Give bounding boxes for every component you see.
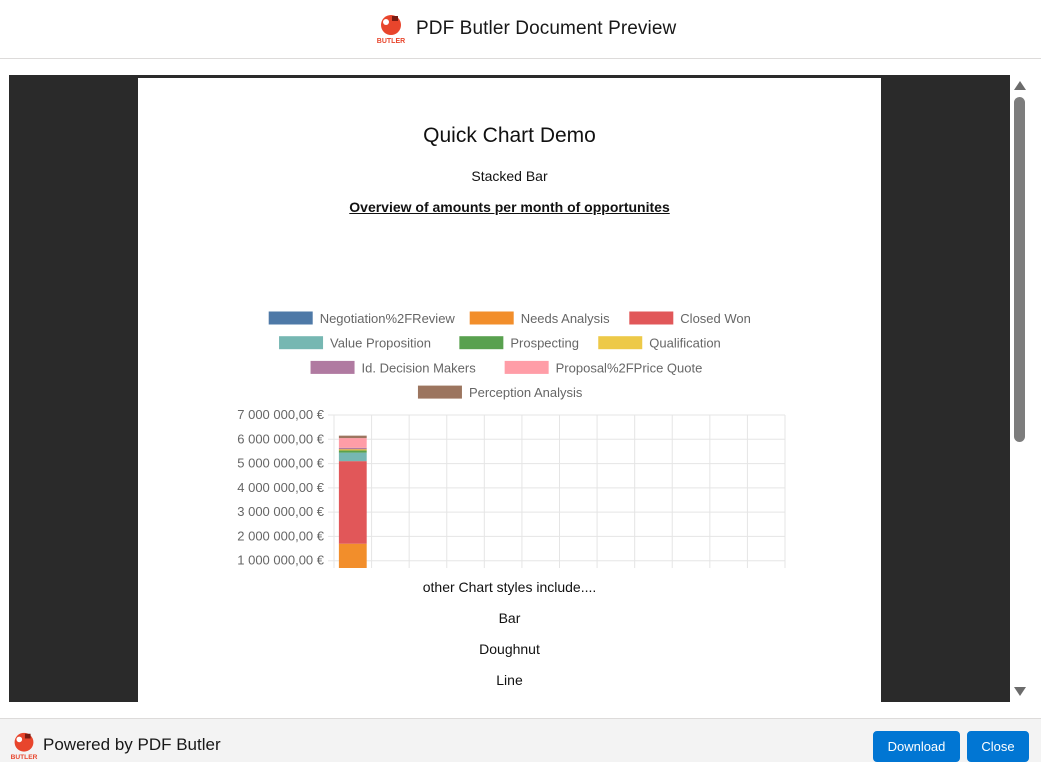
scroll-down-icon[interactable] xyxy=(1014,687,1026,696)
pdf-page: Quick Chart Demo Stacked Bar Overview of… xyxy=(138,78,881,702)
stacked-bar-chart: Negotiation%2FReview Needs Analysis Closed… xyxy=(237,311,786,568)
bar-segment-6-1 xyxy=(338,447,367,450)
scroll-up-icon[interactable] xyxy=(1014,81,1026,90)
bar-segment-4-1 xyxy=(338,450,367,453)
download-button[interactable]: Download xyxy=(873,731,960,762)
legend-label-4: Prospecting xyxy=(510,336,579,351)
style-item-line: Line xyxy=(496,672,523,688)
y-tick-label-2: 2 000 000,00 € xyxy=(237,528,325,543)
legend-swatch-5 xyxy=(598,336,643,350)
document-subtitle: Stacked Bar xyxy=(471,168,548,184)
bar-segment-7-1 xyxy=(338,438,367,448)
document-title: Quick Chart Demo xyxy=(423,124,596,147)
legend-label-2: Closed Won xyxy=(680,311,751,326)
y-tick-label-4: 4 000 000,00 € xyxy=(237,480,325,495)
logo-text-small: BUTLER xyxy=(11,754,38,761)
legend-swatch-6 xyxy=(310,360,355,374)
bar-segment-8-1 xyxy=(338,435,367,439)
y-tick-label-5: 5 000 000,00 € xyxy=(237,456,325,471)
legend-label-1: Needs Analysis xyxy=(521,311,610,326)
y-tick-label-3: 3 000 000,00 € xyxy=(237,504,325,519)
legend-label-0: Negotiation%2FReview xyxy=(320,311,456,326)
pdf-butler-logo: BUTLER xyxy=(374,12,408,46)
document-viewer[interactable]: Quick Chart Demo Stacked Bar Overview of… xyxy=(9,75,1010,702)
bar-segment-3-1 xyxy=(338,452,367,462)
page-title: PDF Butler Document Preview xyxy=(416,18,677,39)
legend-label-3: Value Proposition xyxy=(330,336,431,351)
y-tick-label-1: 1 000 000,00 € xyxy=(237,553,325,568)
legend-label-7: Proposal%2FPrice Quote xyxy=(556,360,703,375)
style-item-bar: Bar xyxy=(498,610,521,626)
legend-label-6: Id. Decision Makers xyxy=(362,360,477,375)
preview-footer: BUTLER Powered by PDF Butler Download Cl… xyxy=(0,718,1041,762)
legend-swatch-7 xyxy=(504,360,549,374)
chart-heading: Overview of amounts per month of opportu… xyxy=(349,199,670,215)
legend-swatch-3 xyxy=(279,336,324,350)
legend-swatch-1 xyxy=(469,311,514,325)
powered-by-text: Powered by PDF Butler xyxy=(43,735,221,754)
legend-swatch-2 xyxy=(629,311,674,325)
preview-header: BUTLER PDF Butler Document Preview xyxy=(0,0,1041,59)
logo-text: BUTLER xyxy=(377,38,405,45)
scrollbar-thumb[interactable] xyxy=(1014,97,1025,442)
y-tick-label-6: 6 000 000,00 € xyxy=(237,431,325,446)
pdf-butler-logo-small: BUTLER xyxy=(8,730,40,762)
viewer-scrollbar[interactable] xyxy=(1010,75,1031,702)
close-button[interactable]: Close xyxy=(967,731,1029,762)
legend-label-5: Qualification xyxy=(649,336,721,351)
other-styles-label: other Chart styles include.... xyxy=(422,579,597,595)
style-item-doughnut: Doughnut xyxy=(479,641,540,657)
header-brand: BUTLER PDF Butler Document Preview xyxy=(374,13,676,45)
bar-segment-2-1 xyxy=(338,461,367,544)
legend-label-8: Perception Analysis xyxy=(469,385,583,400)
legend-swatch-8 xyxy=(417,385,462,399)
legend-swatch-0 xyxy=(268,311,313,325)
y-tick-label-7: 7 000 000,00 € xyxy=(237,407,325,422)
legend-swatch-4 xyxy=(459,336,504,350)
bar-segment-1-1 xyxy=(338,543,367,568)
